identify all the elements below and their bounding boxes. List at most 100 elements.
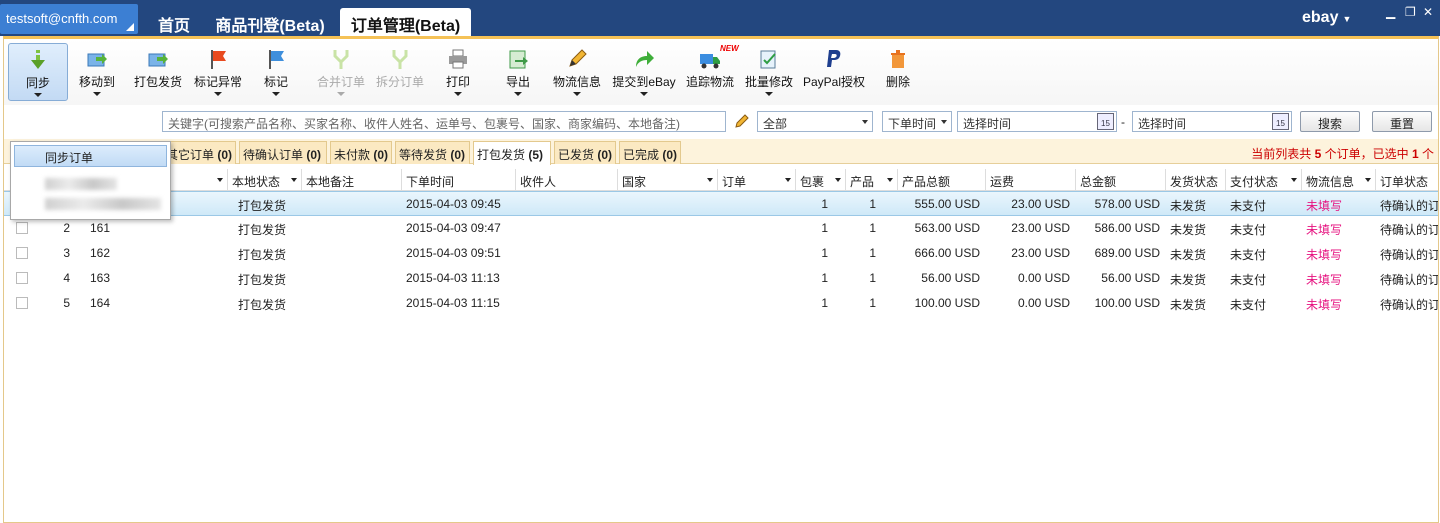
col-order[interactable]: 订单 [718, 169, 796, 191]
chevron-down-icon [835, 178, 841, 182]
platform-label: ebay [1302, 9, 1339, 26]
merge-icon [333, 50, 349, 69]
row-checkbox[interactable] [16, 272, 28, 284]
paypal-auth-button[interactable]: PayPal授权 [802, 43, 866, 101]
summary-selected: 1 [1411, 147, 1419, 161]
row-checkbox[interactable] [16, 247, 28, 259]
tab-count: (0) [373, 148, 389, 162]
calendar-icon[interactable]: 15 [1097, 113, 1114, 130]
tab-order-management[interactable]: 订单管理(Beta) [340, 8, 471, 36]
tab-count: (0) [306, 148, 322, 162]
mark-exception-button[interactable]: 标记异常 [190, 43, 246, 101]
account-selector[interactable]: testsoft@cnfth.com [0, 4, 138, 34]
tab-home[interactable]: 首页 [148, 8, 200, 36]
col-label: 发货状态 [1170, 175, 1219, 189]
tab-pending-confirm[interactable]: 待确认订单 (0) [239, 141, 327, 164]
cell-logistics[interactable]: 未填写 [1306, 221, 1366, 238]
table-row[interactable]: ✓1160打包发货2015-04-03 09:4511555.00 USD23.… [4, 191, 1438, 216]
row-checkbox[interactable] [16, 297, 28, 309]
scope-select[interactable]: 全部 [757, 111, 873, 132]
table-row[interactable]: 2 161 打包发货 2015-04-03 09:47 1 1 563.00 USD 23.0… [4, 216, 1438, 241]
table-row[interactable]: 5 164 打包发货 2015-04-03 11:15 1 1 100.00 USD 0.00… [4, 291, 1438, 316]
scope-value: 全部 [763, 117, 788, 131]
logistics-info-label: 物流信息 [552, 75, 601, 89]
col-order-status[interactable]: 订单状态 [1376, 169, 1438, 191]
split-order-button[interactable]: 拆分订单 [371, 43, 429, 101]
table-row[interactable]: 3 162 打包发货 2015-04-03 09:51 1 1 666.00 USD 23.0… [4, 241, 1438, 266]
export-button[interactable]: 导出 [498, 43, 538, 101]
move-to-button[interactable]: 移动到 [74, 43, 120, 101]
close-icon[interactable]: ✕ [1423, 5, 1433, 19]
col-shipping[interactable]: 运费 [986, 169, 1076, 191]
col-ship-status[interactable]: 发货状态 [1166, 169, 1226, 191]
platform-selector[interactable]: ebay ▼ [1302, 9, 1351, 27]
dropdown-arrow-icon [214, 92, 222, 96]
tab-awaiting-shipment[interactable]: 等待发货 (0) [395, 141, 470, 164]
date-from-input[interactable]: 选择时间 15 [957, 111, 1117, 132]
col-grand-total[interactable]: 总金额 [1076, 169, 1166, 191]
cell-total: 578.00 USD [1094, 197, 1160, 211]
batch-edit-button[interactable]: 批量修改 [742, 43, 796, 101]
row-checkbox[interactable] [16, 222, 28, 234]
tab-product-listing[interactable]: 商品刊登(Beta) [205, 8, 335, 36]
tab-pack-ship[interactable]: 打包发货 (5) [473, 141, 551, 165]
summary-mid: 个订单，已选中 [1324, 147, 1409, 161]
cell-no: 4 [63, 271, 70, 285]
col-local-status[interactable]: 本地状态 [228, 169, 302, 191]
dropdown-arrow-icon [34, 93, 42, 97]
col-package[interactable]: 包裹 [796, 169, 846, 191]
chevron-down-icon [862, 120, 868, 124]
reset-button[interactable]: 重置 [1372, 111, 1432, 132]
tab-completed[interactable]: 已完成 (0) [619, 141, 681, 164]
col-label: 收件人 [520, 175, 557, 189]
submit-to-ebay-button[interactable]: 提交到eBay [610, 43, 678, 101]
time-type-select[interactable]: 下单时间 [882, 111, 952, 132]
tab-other-orders[interactable]: 其它订单 (0) [162, 141, 236, 164]
keyword-search-input[interactable]: 关键字(可搜索产品名称、买家名称、收件人姓名、运单号、包裹号、国家、商家编码、本… [162, 111, 726, 132]
blurred-menu-item[interactable] [45, 198, 161, 210]
date-to-input[interactable]: 选择时间 15 [1132, 111, 1292, 132]
move-to-label: 移动到 [78, 75, 115, 89]
delete-button[interactable]: 删除 [882, 43, 914, 101]
cell-logistics[interactable]: 未填写 [1306, 296, 1366, 313]
search-button[interactable]: 搜索 [1300, 111, 1360, 132]
chevron-down-icon [1291, 178, 1297, 182]
calendar-icon[interactable]: 15 [1272, 113, 1289, 130]
sync-button[interactable]: 同步 [8, 43, 68, 101]
cell-ship-status: 未发货 [1170, 199, 1207, 213]
cell-prod: 1 [869, 296, 876, 310]
col-product[interactable]: 产品 [846, 169, 898, 191]
chevron-down-icon [217, 178, 223, 182]
blurred-menu-item[interactable] [45, 178, 117, 190]
tab-shipped[interactable]: 已发货 (0) [554, 141, 616, 164]
cell-id: 162 [90, 246, 111, 260]
table-row[interactable]: 4 163 打包发货 2015-04-03 11:13 1 1 56.00 USD 0.00 … [4, 266, 1438, 291]
col-local-note[interactable]: 本地备注 [302, 169, 402, 191]
col-order-time[interactable]: 下单时间 [402, 169, 516, 191]
print-button[interactable]: 打印 [438, 43, 478, 101]
tab-label: 等待发货 [399, 148, 448, 162]
cell-no: 2 [63, 221, 70, 235]
cell-ship-status: 未发货 [1170, 223, 1207, 237]
date-from-value: 选择时间 [963, 117, 1012, 131]
cell-logistics[interactable]: 未填写 [1306, 197, 1366, 214]
col-product-total[interactable]: 产品总额 [898, 169, 986, 191]
sync-orders-menu-item[interactable]: 同步订单 [14, 145, 167, 167]
col-pay-status[interactable]: 支付状态 [1226, 169, 1302, 191]
restore-icon[interactable]: ❐ [1405, 5, 1416, 19]
cell-logistics[interactable]: 未填写 [1306, 246, 1366, 263]
selection-summary: 当前列表共 5 个订单，已选中 1 个 [1251, 145, 1434, 162]
tab-unpaid[interactable]: 未付款 (0) [330, 141, 392, 164]
cell-prod-total: 56.00 USD [921, 271, 980, 285]
pack-ship-button[interactable]: 打包发货 [130, 43, 186, 101]
col-recipient[interactable]: 收件人 [516, 169, 618, 191]
logistics-info-button[interactable]: 物流信息 [550, 43, 604, 101]
col-logistics[interactable]: 物流信息 [1302, 169, 1376, 191]
minimize-icon[interactable]: ▁ [1386, 5, 1395, 19]
cell-logistics[interactable]: 未填写 [1306, 271, 1366, 288]
pencil-icon[interactable] [734, 113, 750, 129]
mark-button[interactable]: 标记 [258, 43, 294, 101]
merge-order-button[interactable]: 合并订单 [312, 43, 370, 101]
cell-pkg: 1 [821, 271, 828, 285]
col-country[interactable]: 国家 [618, 169, 718, 191]
